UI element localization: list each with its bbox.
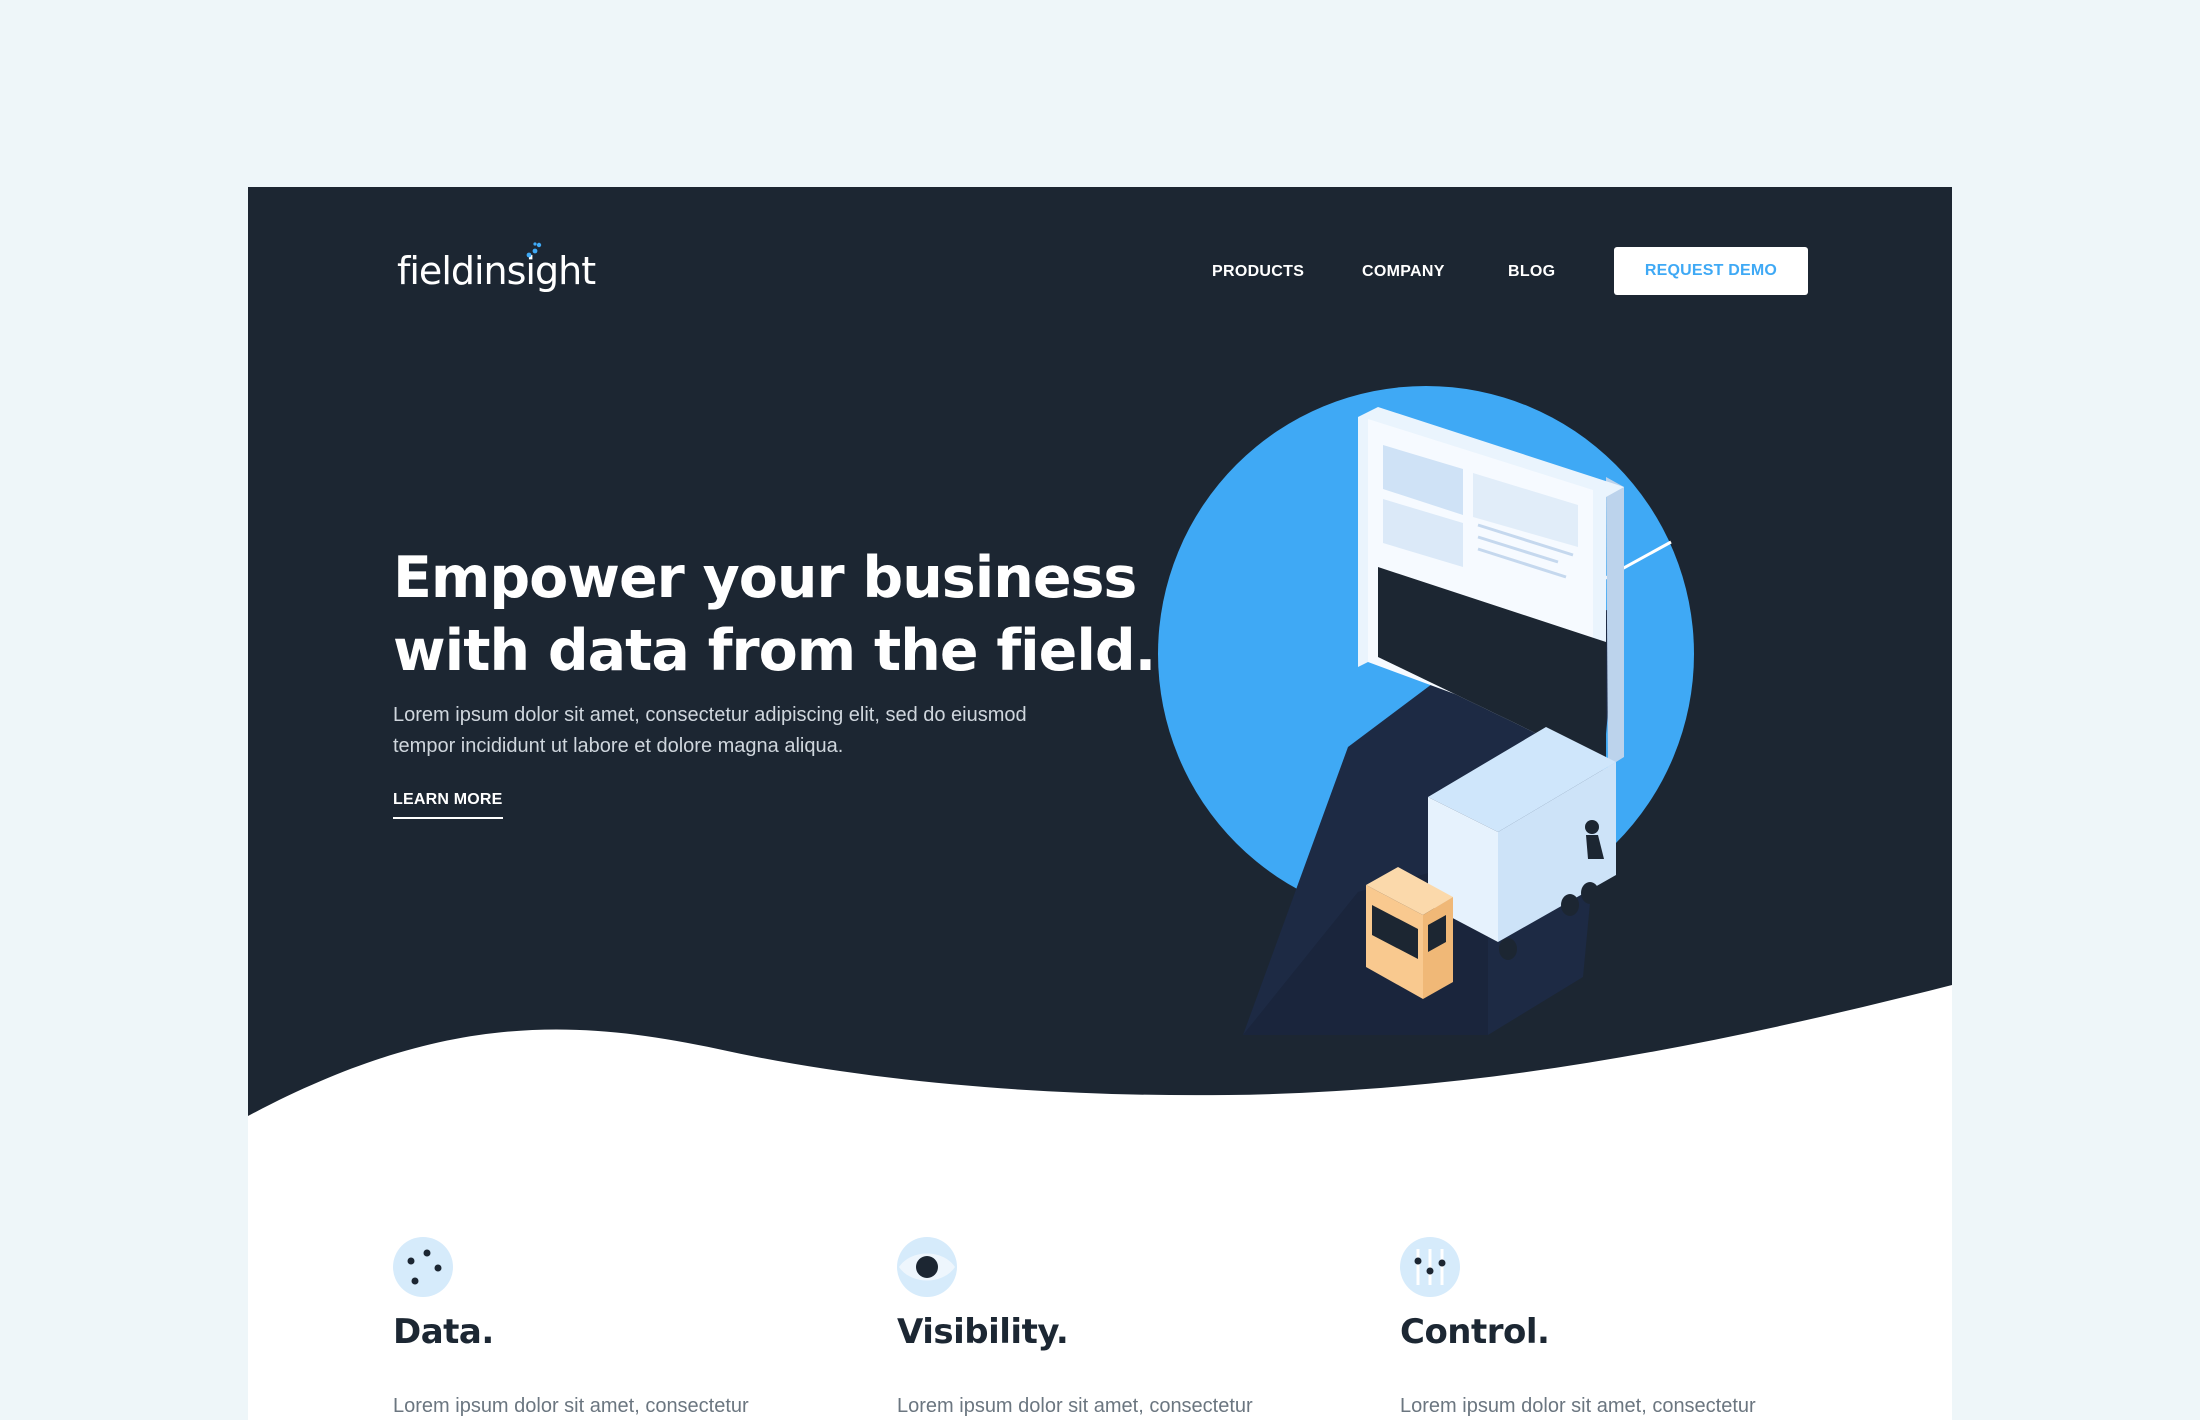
feature-title-control: Control. <box>1400 1312 1550 1352</box>
nav-link-products[interactable]: PRODUCTS <box>1212 247 1304 297</box>
hero-section: fieldinsight PRODUCTS COMPANY BLOG REQUE… <box>248 187 1952 1127</box>
feature-text-data: Lorem ipsum dolor sit amet, consectetur <box>393 1395 749 1417</box>
nav-link-blog[interactable]: BLOG <box>1508 247 1555 297</box>
person-figure <box>1585 820 1599 834</box>
main-navigation: PRODUCTS COMPANY BLOG REQUEST DEMO <box>248 247 1952 297</box>
request-demo-button[interactable]: REQUEST DEMO <box>1614 247 1808 295</box>
truck-phone-illustration <box>1158 386 1694 1035</box>
learn-more-link[interactable]: LEARN MORE <box>393 791 503 819</box>
eye-icon <box>897 1237 957 1297</box>
data-dots-icon <box>393 1237 453 1297</box>
landing-page: fieldinsight PRODUCTS COMPANY BLOG REQUE… <box>248 187 1952 1420</box>
feature-text-control: Lorem ipsum dolor sit amet, consectetur <box>1400 1395 1756 1417</box>
truck-wheel <box>1561 894 1579 916</box>
feature-text-visibility: Lorem ipsum dolor sit amet, consectetur <box>897 1395 1253 1417</box>
feature-title-visibility: Visibility. <box>897 1312 1069 1352</box>
features-section: Data. Lorem ipsum dolor sit amet, consec… <box>248 1237 1952 1420</box>
feature-title-data: Data. <box>393 1312 494 1352</box>
hero-description: Lorem ipsum dolor sit amet, consectetur … <box>393 704 1027 757</box>
presentation-frame: fieldinsight PRODUCTS COMPANY BLOG REQUE… <box>0 0 2200 1420</box>
nav-link-company[interactable]: COMPANY <box>1362 247 1445 297</box>
sliders-icon <box>1400 1237 1460 1297</box>
